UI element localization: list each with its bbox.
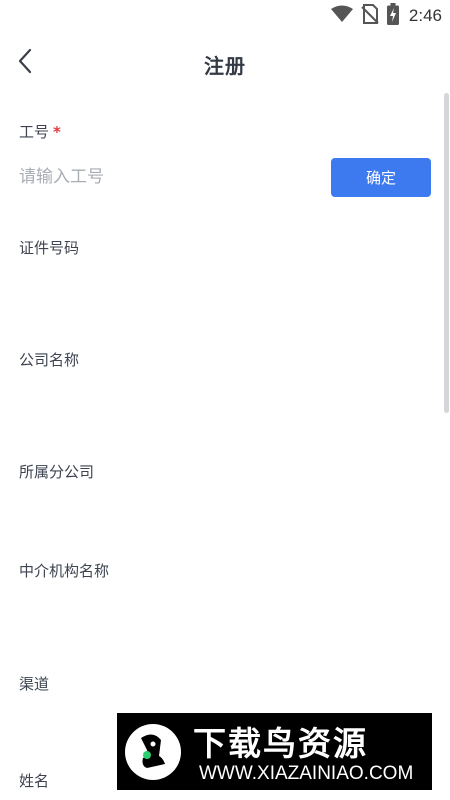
status-bar: 2:46: [0, 0, 450, 32]
header: 注册: [0, 34, 450, 92]
watermark-url: WWW.XIAZAINIAO.COM: [199, 763, 414, 784]
employee-id-label: 工号 *: [19, 121, 61, 142]
no-sim-icon: [361, 4, 379, 28]
id-number-label: 证件号码: [19, 239, 80, 257]
bird-logo-icon: [123, 722, 183, 782]
status-icons: 2:46: [330, 3, 442, 29]
page-title: 注册: [204, 54, 246, 78]
agency-name-label: 中介机构名称: [19, 562, 110, 580]
required-star: *: [53, 123, 61, 141]
status-time: 2:46: [408, 6, 442, 25]
scrollbar[interactable]: [444, 93, 449, 413]
branch-company-label: 所属分公司: [19, 463, 95, 481]
confirm-button[interactable]: 确定: [331, 158, 431, 197]
channel-label: 渠道: [19, 675, 50, 693]
registration-form: 工号* 确定 证件号码 公司名称 所属分公司 中介机构名称 渠道 姓名: [0, 92, 450, 800]
employee-id-label-text: 工号: [19, 123, 50, 141]
name-label: 姓名: [19, 772, 50, 790]
company-name-label: 公司名称: [19, 351, 80, 369]
wifi-icon: [330, 5, 353, 27]
watermark-banner: 下载鸟资源 WWW.XIAZAINIAO.COM: [117, 713, 432, 790]
watermark-title: 下载鸟资源: [193, 724, 368, 763]
employee-id-input[interactable]: [19, 160, 309, 194]
battery-charging-icon: [386, 3, 399, 29]
